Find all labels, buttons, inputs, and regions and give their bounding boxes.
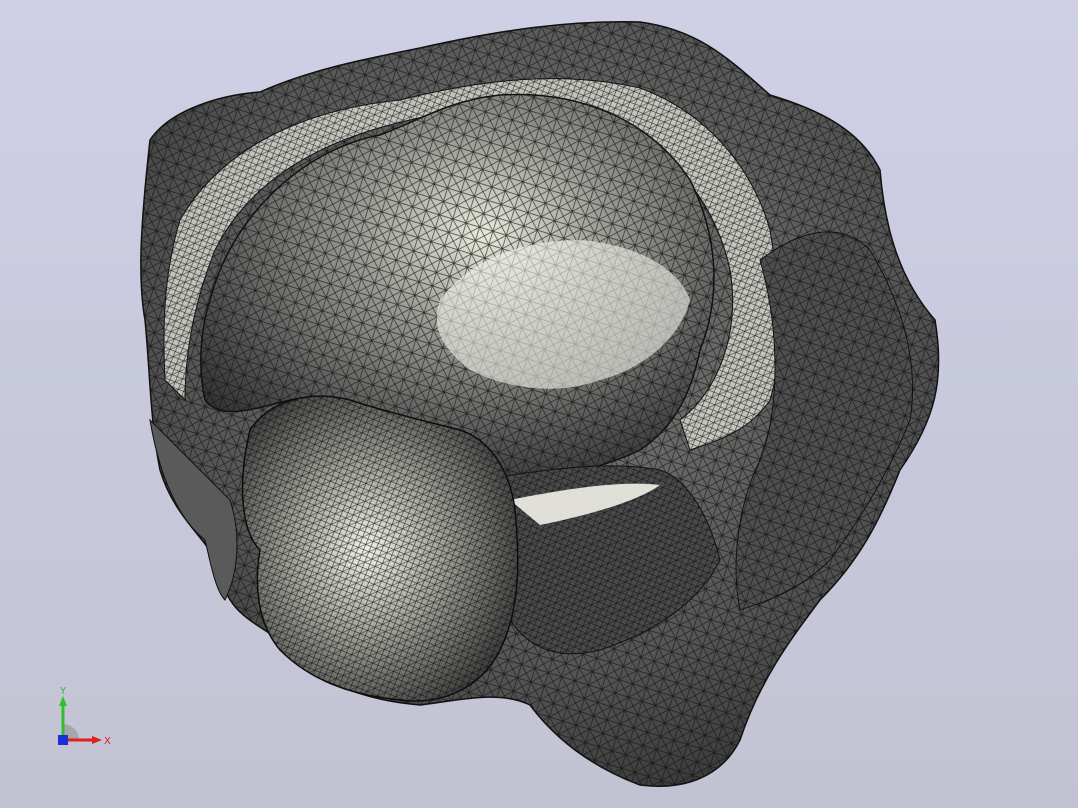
x-axis-arrowhead	[92, 736, 102, 744]
mesh-model[interactable]	[0, 0, 1078, 808]
axis-triad: Y X	[58, 686, 111, 747]
x-axis-label: X	[104, 736, 111, 747]
z-axis-origin	[58, 735, 68, 745]
y-axis-label: Y	[59, 686, 67, 697]
y-axis-arrowhead	[59, 696, 67, 706]
3d-viewport[interactable]: Y X	[0, 0, 1078, 808]
